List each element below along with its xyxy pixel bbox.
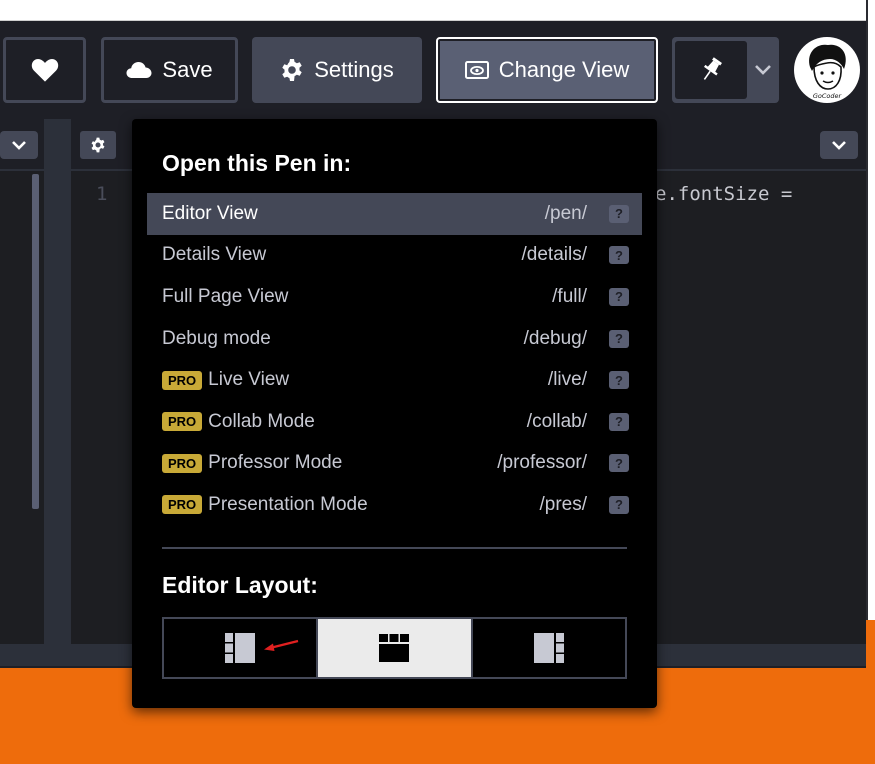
pro-badge: PRO (162, 495, 203, 515)
layout-left-icon (225, 633, 256, 663)
pro-badge: PRO (162, 370, 203, 390)
left-pane-scrollbar[interactable] (32, 174, 39, 509)
pane-resize-divider[interactable] (44, 119, 71, 644)
view-option-details[interactable]: Details View /details/ ? (147, 235, 642, 277)
save-button-label: Save (162, 57, 213, 82)
open-pen-title: Open this Pen in: (162, 150, 352, 176)
view-option-full-page[interactable]: Full Page View /full/ ? (147, 276, 642, 318)
view-option-label: Live View (208, 369, 290, 391)
help-icon[interactable]: ? (609, 287, 629, 306)
gear-icon (91, 137, 105, 153)
cloud-icon (126, 62, 152, 78)
browser-top-strip (0, 0, 866, 21)
view-option-label: Professor Mode (208, 452, 343, 474)
view-option-live[interactable]: PRO Live View /live/ ? (147, 359, 642, 401)
view-option-path: /pres/ (539, 493, 587, 515)
view-option-label: Full Page View (162, 285, 289, 307)
pen-header: Save Settings Change View GoCoder (0, 21, 866, 119)
layout-top-button[interactable] (316, 619, 471, 677)
layout-left-button[interactable] (164, 619, 316, 677)
pin-button-group (672, 37, 779, 103)
help-icon[interactable]: ? (609, 495, 629, 514)
view-option-debug[interactable]: Debug mode /debug/ ? (147, 318, 642, 360)
view-icon (464, 61, 489, 79)
love-button[interactable] (3, 37, 86, 103)
layout-right-icon (533, 633, 564, 663)
pin-icon (703, 57, 722, 80)
user-avatar[interactable]: GoCoder (794, 37, 860, 103)
editor-settings-button[interactable] (80, 131, 116, 159)
help-icon[interactable]: ? (609, 412, 629, 431)
save-button[interactable]: Save (101, 37, 238, 103)
help-icon[interactable]: ? (609, 454, 629, 473)
chevron-down-icon (12, 141, 26, 150)
code-line-number: 1 (96, 183, 108, 205)
view-option-path: /details/ (521, 244, 587, 266)
help-icon[interactable]: ? (609, 246, 629, 265)
view-option-professor[interactable]: PRO Professor Mode /professor/ ? (147, 443, 642, 485)
preview-area-edge (866, 620, 875, 764)
view-mode-list: Editor View /pen/ ? Details View /detail… (147, 193, 642, 526)
change-view-dropdown: Open this Pen in: Editor View /pen/ ? De… (132, 119, 657, 708)
layout-right-button[interactable] (470, 619, 625, 677)
left-pane-collapse-button[interactable] (0, 131, 38, 159)
change-view-button[interactable]: Change View (436, 37, 658, 103)
view-option-path: /collab/ (526, 410, 587, 432)
view-option-label: Debug mode (162, 327, 271, 349)
view-option-collab[interactable]: PRO Collab Mode /collab/ ? (147, 401, 642, 443)
heart-icon (31, 59, 58, 82)
chevron-down-icon (832, 141, 846, 150)
pin-button[interactable] (675, 41, 747, 99)
dropdown-divider (162, 547, 627, 549)
view-option-path: /debug/ (523, 327, 587, 349)
avatar-illustration: GoCoder (809, 44, 846, 100)
change-view-button-label: Change View (498, 57, 630, 82)
help-icon[interactable]: ? (609, 204, 629, 223)
editor-layout-title: Editor Layout: (162, 572, 318, 598)
view-option-path: /live/ (547, 369, 587, 391)
view-option-editor[interactable]: Editor View /pen/ ? (147, 193, 642, 235)
view-option-path: /full/ (552, 285, 587, 307)
settings-button-label: Settings (314, 57, 394, 82)
pin-menu-toggle[interactable] (747, 64, 779, 76)
code-text[interactable]: e.fontSize = (655, 183, 792, 205)
avatar-caption: GoCoder (813, 92, 843, 100)
chevron-down-icon (755, 65, 771, 75)
right-pane-collapse-button[interactable] (820, 131, 858, 159)
editor-layout-selector (162, 617, 627, 679)
pro-badge: PRO (162, 412, 203, 432)
help-icon[interactable]: ? (609, 329, 629, 348)
view-option-presentation[interactable]: PRO Presentation Mode /pres/ ? (147, 484, 642, 526)
view-option-path: /professor/ (497, 452, 587, 474)
help-icon[interactable]: ? (609, 371, 629, 390)
pro-badge: PRO (162, 453, 203, 473)
view-option-label: Presentation Mode (208, 493, 368, 515)
view-option-path: /pen/ (544, 202, 587, 224)
view-option-label: Details View (162, 244, 267, 266)
settings-button[interactable]: Settings (252, 37, 422, 103)
layout-top-icon (379, 634, 410, 662)
view-option-label: Collab Mode (208, 410, 315, 432)
view-option-label: Editor View (162, 202, 258, 224)
red-arrow-annotation (264, 639, 299, 651)
gear-icon (282, 59, 302, 81)
